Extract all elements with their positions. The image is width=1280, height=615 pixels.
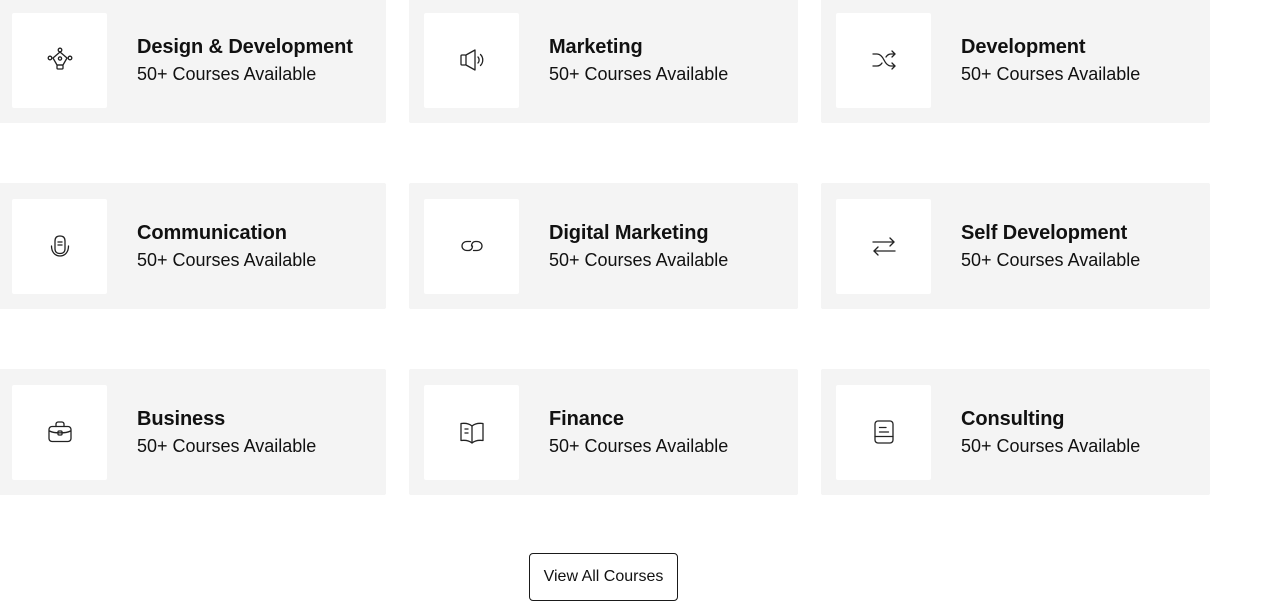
shuffle-icon	[871, 50, 896, 70]
category-card-design-development[interactable]: Design & Development 50+ Courses Availab…	[0, 0, 386, 123]
category-icon-box	[12, 12, 107, 108]
category-course-count: 50+ Courses Available	[961, 249, 1141, 270]
category-title: Communication	[137, 221, 287, 244]
megaphone-icon	[459, 49, 483, 71]
category-course-count: 50+ Courses Available	[961, 63, 1141, 84]
pen-tool-icon	[47, 47, 72, 70]
briefcase-icon	[47, 421, 72, 443]
document-icon	[873, 420, 894, 444]
category-card-communication[interactable]: Communication 50+ Courses Available	[0, 183, 386, 309]
category-title: Marketing	[549, 35, 643, 58]
category-card-self-development[interactable]: Self Development 50+ Courses Available	[821, 183, 1210, 309]
course-categories-grid: Design & Development 50+ Courses Availab…	[0, 0, 1210, 495]
category-title: Consulting	[961, 407, 1065, 430]
category-card-consulting[interactable]: Consulting 50+ Courses Available	[821, 369, 1210, 495]
category-icon-box	[836, 198, 931, 294]
category-course-count: 50+ Courses Available	[549, 249, 729, 270]
category-icon-box	[424, 198, 519, 294]
category-card-development[interactable]: Development 50+ Courses Available	[821, 0, 1210, 123]
link-icon	[460, 240, 483, 252]
category-title: Finance	[549, 407, 624, 430]
category-title: Digital Marketing	[549, 221, 709, 244]
category-course-count: 50+ Courses Available	[549, 435, 729, 456]
category-course-count: 50+ Courses Available	[137, 249, 317, 270]
arrows-exchange-icon	[871, 237, 896, 256]
category-icon-box	[836, 12, 931, 108]
microphone-icon	[50, 235, 69, 257]
category-course-count: 50+ Courses Available	[549, 63, 729, 84]
category-course-count: 50+ Courses Available	[961, 435, 1141, 456]
category-icon-box	[12, 198, 107, 294]
category-title: Business	[137, 407, 226, 430]
category-icon-box	[424, 12, 519, 108]
category-course-count: 50+ Courses Available	[137, 63, 317, 84]
category-title: Development	[961, 35, 1086, 58]
category-card-digital-marketing[interactable]: Digital Marketing 50+ Courses Available	[409, 183, 798, 309]
category-card-finance[interactable]: Finance 50+ Courses Available	[409, 369, 798, 495]
view-all-courses-button[interactable]: View All Courses	[529, 553, 678, 601]
category-card-marketing[interactable]: Marketing 50+ Courses Available	[409, 0, 798, 123]
category-icon-box	[12, 384, 107, 480]
category-course-count: 50+ Courses Available	[137, 435, 317, 456]
category-icon-box	[836, 384, 931, 480]
category-title: Self Development	[961, 221, 1128, 244]
category-card-business[interactable]: Business 50+ Courses Available	[0, 369, 386, 495]
open-book-icon	[459, 422, 484, 444]
category-title: Design & Development	[137, 35, 353, 58]
category-icon-box	[424, 384, 519, 480]
